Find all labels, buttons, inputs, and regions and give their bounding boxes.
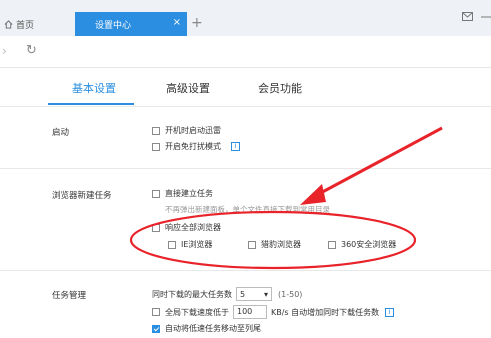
annotation-overlay (129, 126, 443, 270)
annotation-arrow-shaft (314, 126, 443, 198)
annotation-arrow-head (300, 184, 326, 205)
annotation-ellipse (129, 210, 417, 270)
